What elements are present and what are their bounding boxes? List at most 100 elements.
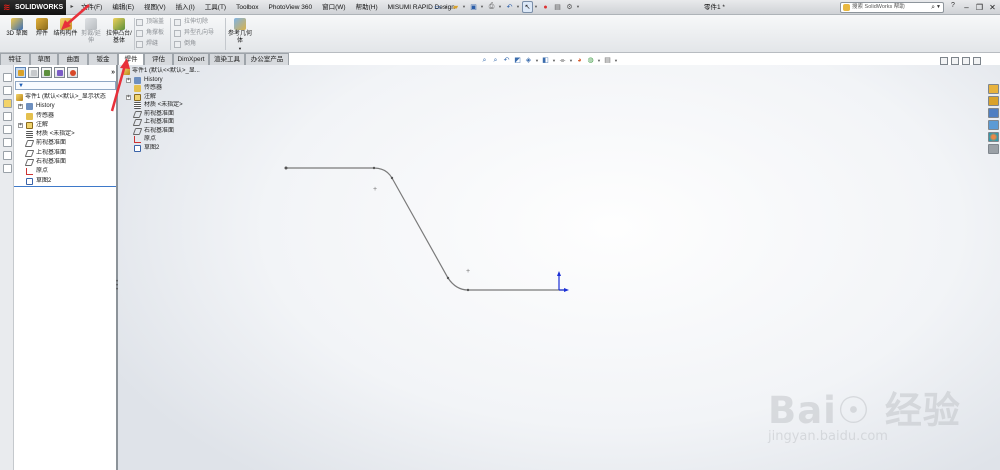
tab-sketch[interactable]: 草图 xyxy=(30,53,58,65)
viewport-maximize-icon[interactable] xyxy=(962,57,970,65)
tree-item-origin[interactable]: 原点 xyxy=(14,167,118,176)
menu-help[interactable]: 帮助(H) xyxy=(351,0,383,15)
sketch-endpoint[interactable] xyxy=(372,166,376,170)
menu-insert[interactable]: 插入(I) xyxy=(171,0,200,15)
restore-icon[interactable]: ❐ xyxy=(973,1,986,14)
menu-view[interactable]: 视图(V) xyxy=(139,0,171,15)
sketch-polyline[interactable] xyxy=(286,167,564,291)
zoom-to-fit-icon[interactable]: ⌕ xyxy=(480,56,489,65)
undo-icon[interactable]: ↶ xyxy=(504,1,515,13)
help-search-input[interactable]: 搜索 SolidWorks 帮助 ⌕ ▼ xyxy=(840,2,944,13)
tab-features[interactable]: 特征 xyxy=(0,53,30,65)
expand-icon[interactable]: + xyxy=(18,104,23,110)
select-cursor-icon[interactable]: ↖ xyxy=(522,1,533,13)
view-orientation-icon[interactable]: ◈ xyxy=(524,56,533,65)
options-gear-icon[interactable]: ⚙ xyxy=(564,1,575,13)
search-icon[interactable]: ⌕ xyxy=(931,3,935,12)
tree-item-label: 注解 xyxy=(36,121,49,128)
tree-item-annotations[interactable]: + 注解 xyxy=(14,121,118,130)
chamfer-button[interactable]: 倒角 xyxy=(174,39,196,49)
open-folder-icon[interactable]: ▰ xyxy=(450,1,461,13)
menu-window[interactable]: 窗口(W) xyxy=(317,0,350,15)
extruded-boss-button[interactable]: 拉伸凸台/基体 xyxy=(106,18,132,52)
view-palette-icon[interactable] xyxy=(988,120,999,130)
file-explorer-icon[interactable] xyxy=(988,108,999,118)
strip-icon-3[interactable] xyxy=(3,99,12,108)
edit-appearance-icon[interactable]: ◕ xyxy=(575,56,584,65)
close-icon[interactable]: ✕ xyxy=(986,1,999,14)
save-icon[interactable]: ▣ xyxy=(468,1,479,13)
sketch-endpoint[interactable] xyxy=(284,166,288,170)
chevron-down-icon[interactable]: ▼ xyxy=(516,1,521,13)
view-settings-icon[interactable]: ▤ xyxy=(603,56,612,65)
chevron-down-icon[interactable]: ▼ xyxy=(534,1,539,13)
gusset-button[interactable]: 角撑板 xyxy=(136,28,164,38)
solidworks-resources-icon[interactable] xyxy=(988,84,999,94)
strip-icon-5[interactable] xyxy=(3,125,12,134)
previous-view-icon[interactable]: ↶ xyxy=(502,56,511,65)
sketch-endpoint[interactable] xyxy=(390,176,394,180)
display-manager-tab[interactable] xyxy=(67,67,78,78)
configurationmanager-tab[interactable] xyxy=(41,67,52,78)
menu-tools[interactable]: 工具(T) xyxy=(200,0,231,15)
material-icon xyxy=(26,131,33,139)
tree-item-front-plane[interactable]: 前视基准面 xyxy=(14,139,118,148)
tab-render-tools[interactable]: 渲染工具 xyxy=(209,53,245,65)
chevron-down-icon[interactable]: ▼ xyxy=(498,1,503,13)
propertymanager-tab[interactable] xyxy=(28,67,39,78)
chevron-down-icon[interactable]: ▼ xyxy=(444,1,449,13)
chevron-down-icon[interactable]: ▼ xyxy=(228,45,252,52)
strip-icon-4[interactable] xyxy=(3,112,12,121)
hole-wizard-button[interactable]: 异型孔向导 xyxy=(174,28,214,38)
viewport-minimize-icon[interactable] xyxy=(940,57,948,65)
chevron-down-icon[interactable]: ▼ xyxy=(480,1,485,13)
sketch3d-button[interactable]: 3D 草图 xyxy=(5,18,29,52)
help-question-icon[interactable]: ? xyxy=(948,2,958,13)
new-document-icon[interactable]: ▭ xyxy=(432,1,443,13)
minimize-icon[interactable]: – xyxy=(960,1,973,14)
sketch-endpoint[interactable] xyxy=(466,288,470,292)
viewport-close-icon[interactable] xyxy=(973,57,981,65)
sketch-endpoint[interactable] xyxy=(446,276,450,280)
chevron-down-icon[interactable]: ▼ xyxy=(576,1,581,13)
viewport-restore-icon[interactable] xyxy=(951,57,959,65)
tree-item-right-plane[interactable]: 右视基准面 xyxy=(14,158,118,167)
dimxpert-manager-tab[interactable] xyxy=(54,67,65,78)
print-icon[interactable]: ⎙ xyxy=(486,1,497,13)
tree-item-sketch2[interactable]: 草图2 xyxy=(14,177,118,186)
appearances-scenes-icon[interactable] xyxy=(988,132,999,142)
tab-office-products[interactable]: 办公室产品 xyxy=(245,53,289,65)
design-library-icon[interactable] xyxy=(988,96,999,106)
hide-show-items-icon[interactable]: ⌯ xyxy=(558,56,567,65)
tree-item-top-plane[interactable]: 上视基准面 xyxy=(14,149,118,158)
menu-photoview[interactable]: PhotoView 360 xyxy=(264,0,318,15)
tab-surfaces[interactable]: 曲面 xyxy=(58,53,88,65)
rebuild-traffic-light-icon[interactable]: ● xyxy=(540,1,551,13)
tab-dimxpert[interactable]: DimXpert xyxy=(173,53,209,65)
tab-evaluate[interactable]: 评估 xyxy=(144,53,173,65)
strip-icon-7[interactable] xyxy=(3,151,12,160)
sketch3d-label: 3D 草图 xyxy=(6,31,28,37)
menu-toolbox[interactable]: Toolbox xyxy=(231,0,263,15)
strip-icon-6[interactable] xyxy=(3,138,12,147)
tree-item-material[interactable]: 材质 <未指定> xyxy=(14,130,118,139)
watermark-url: jingyan.baidu.com xyxy=(768,429,888,444)
custom-properties-icon[interactable] xyxy=(988,144,999,154)
chevron-down-icon[interactable]: ▼ xyxy=(462,1,467,13)
zoom-to-area-icon[interactable]: ⌕ xyxy=(491,56,500,65)
strip-icon-1[interactable] xyxy=(3,73,12,82)
menu-edit[interactable]: 编辑(E) xyxy=(107,0,139,15)
expand-icon[interactable]: + xyxy=(18,122,23,128)
chevron-down-icon[interactable]: ▼ xyxy=(936,3,941,12)
file-properties-icon[interactable]: ▤ xyxy=(552,1,563,13)
strip-icon-8[interactable] xyxy=(3,164,12,173)
strip-icon-2[interactable] xyxy=(3,86,12,95)
weld-bead-button[interactable]: 焊缝 xyxy=(136,39,158,49)
extruded-cut-button[interactable]: 拉伸切除 xyxy=(174,17,208,27)
display-style-icon[interactable]: ◧ xyxy=(541,56,550,65)
featuremanager-tab[interactable] xyxy=(15,67,26,78)
apply-scene-icon[interactable]: ◍ xyxy=(586,56,595,65)
section-view-icon[interactable]: ◩ xyxy=(513,56,522,65)
reference-geometry-button[interactable]: 参考几何体 ▼ xyxy=(228,18,252,52)
end-cap-button[interactable]: 顶端盖 xyxy=(136,17,164,27)
